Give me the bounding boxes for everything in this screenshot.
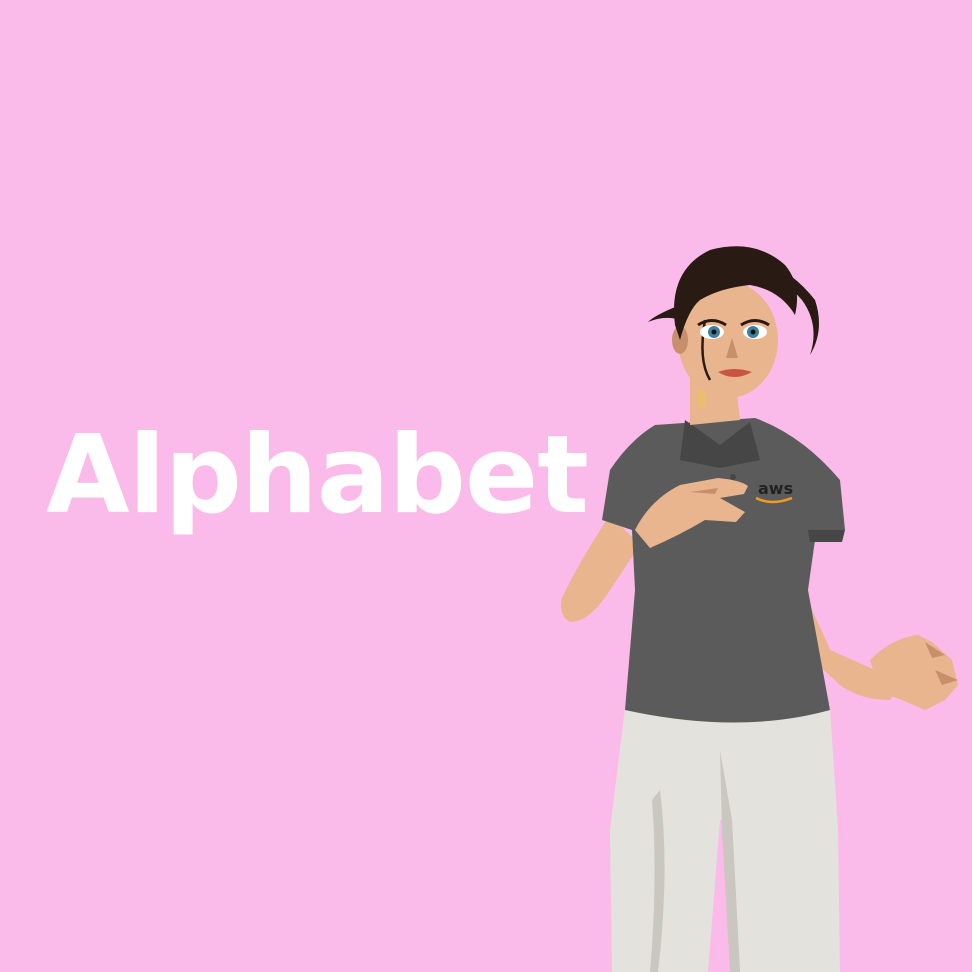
- avatar-shirt: aws: [602, 418, 845, 723]
- shirt-logo-text: aws: [758, 479, 793, 498]
- avatar-pants: [610, 708, 840, 972]
- signing-avatar: aws: [540, 230, 972, 972]
- video-frame: Alphabet aws: [0, 0, 972, 972]
- sign-caption: Alphabet: [46, 413, 589, 538]
- avatar-chest-arm: [561, 515, 640, 622]
- avatar-figure: aws: [561, 246, 958, 972]
- avatar-head: [648, 246, 819, 398]
